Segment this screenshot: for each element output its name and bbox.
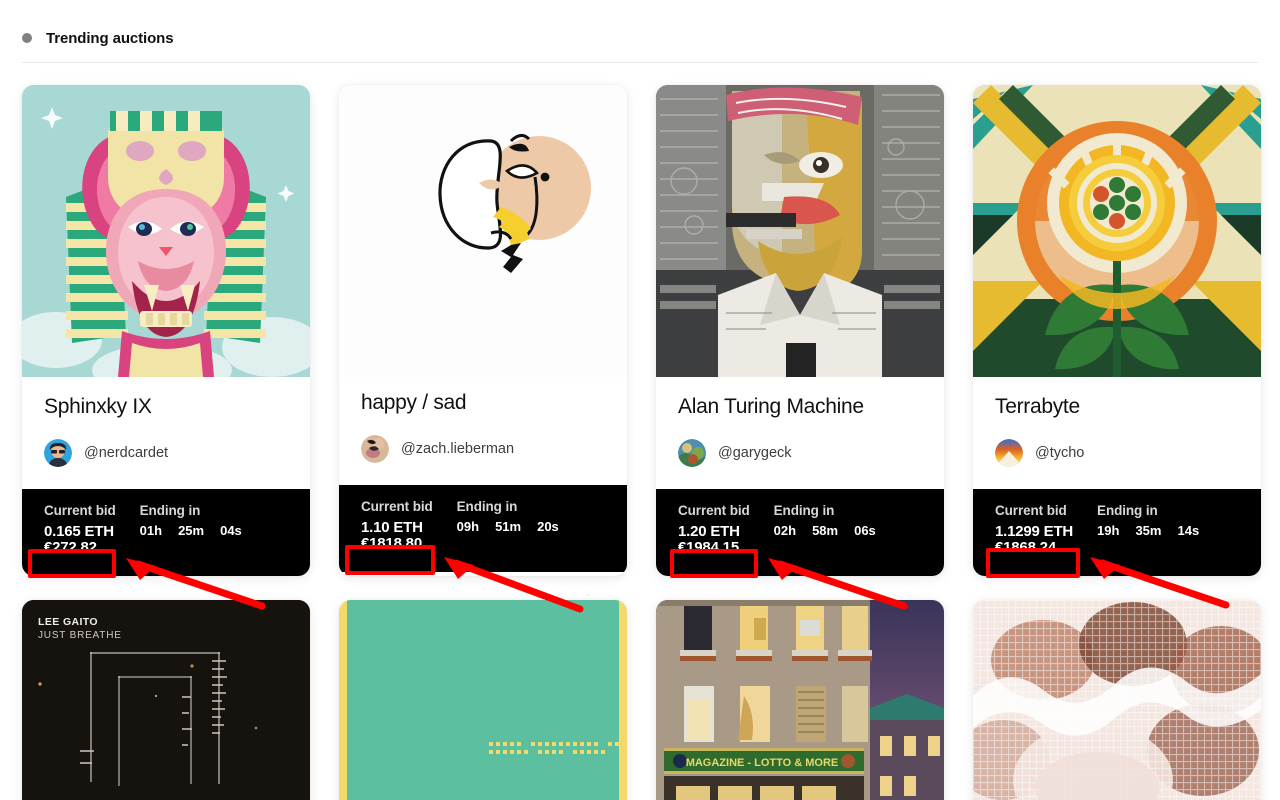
artwork-overlay-subtitle: JUST BREATHE <box>38 630 122 642</box>
ending-in-label: Ending in <box>139 503 201 519</box>
avatar-zach-lieberman <box>361 435 389 464</box>
card-title: Alan Turing Machine <box>678 395 864 418</box>
countdown-hours: 02h <box>773 523 797 539</box>
card-artwork[interactable] <box>973 85 1261 377</box>
mesh-texture-artwork <box>973 600 1261 800</box>
card-footer: Current bid 1.10 ETH €1818.80 Ending in … <box>339 485 627 573</box>
storefront-sign-text: MAGAZINE - LOTTO & MORE <box>686 757 839 769</box>
current-bid-eth: 1.10 ETH <box>361 519 423 537</box>
countdown-seconds: 14s <box>1177 523 1200 539</box>
mechanical-portrait-artwork <box>656 85 944 377</box>
countdown-timer: 02h 58m 06s <box>774 523 876 538</box>
card-footer: Current bid 0.165 ETH €272.82 Ending in … <box>22 489 310 577</box>
ending-in-label: Ending in <box>456 499 518 515</box>
auction-card[interactable]: MAGAZINE - LOTTO & MORE <box>656 600 944 800</box>
auction-card[interactable]: happy / sad @zach.lieberman Current bid <box>339 85 627 577</box>
storefront-artwork: MAGAZINE - LOTTO & MORE <box>656 600 944 800</box>
creator-handle[interactable]: @tycho <box>1035 445 1084 461</box>
card-body: Sphinxky IX @nerdcardet <box>22 377 310 489</box>
artwork-overlay-title: LEE GAITO <box>38 616 98 629</box>
countdown-timer: 01h 25m 04s <box>140 523 242 538</box>
current-bid-label: Current bid <box>44 503 116 519</box>
card-artwork[interactable] <box>973 600 1261 800</box>
countdown-minutes: 35m <box>1135 523 1162 539</box>
current-bid-eur: €1868.24 <box>995 539 1056 557</box>
countdown-hours: 09h <box>456 519 480 535</box>
auction-card[interactable] <box>973 600 1261 800</box>
card-artwork[interactable] <box>339 600 627 800</box>
countdown-minutes: 25m <box>178 523 205 539</box>
current-bid-block: Current bid 1.10 ETH €1818.80 <box>361 499 433 552</box>
card-artwork[interactable] <box>656 85 944 377</box>
auction-card[interactable]: LEE GAITO JUST BREATHE <box>22 600 310 800</box>
card-title: Sphinxky IX <box>44 395 152 418</box>
current-bid-block: Current bid 1.20 ETH €1984.15 <box>678 503 750 556</box>
card-title: happy / sad <box>361 391 467 414</box>
abstract-face-artwork <box>339 85 627 377</box>
ending-in-label: Ending in <box>773 503 835 519</box>
page-title: Trending auctions <box>46 29 174 47</box>
countdown-seconds: 06s <box>854 523 876 539</box>
dot-icon <box>22 33 32 43</box>
card-body: happy / sad @zach.lieberman <box>339 377 627 485</box>
card-artwork[interactable] <box>339 85 627 377</box>
current-bid-eur: €1818.80 <box>361 535 422 553</box>
avatar-nerdcardet <box>44 439 72 468</box>
auction-grid-row-2: LEE GAITO JUST BREATHE MAGAZINE - LOTTO … <box>0 576 1280 800</box>
countdown-timer: 09h 51m 20s <box>457 519 559 534</box>
card-footer: Current bid 1.1299 ETH €1868.24 Ending i… <box>973 489 1261 577</box>
current-bid-block: Current bid 1.1299 ETH €1868.24 <box>995 503 1073 556</box>
countdown-minutes: 51m <box>495 519 522 535</box>
current-bid-label: Current bid <box>361 499 433 515</box>
countdown-minutes: 58m <box>812 523 839 539</box>
auction-card[interactable] <box>339 600 627 800</box>
current-bid-eth: 0.165 ETH <box>44 523 114 541</box>
avatar-garygeck <box>678 439 706 468</box>
ending-in-block: Ending in 02h 58m 06s <box>774 503 876 556</box>
auction-card[interactable]: Alan Turing Machine @garygeck Current bi… <box>656 85 944 577</box>
card-artwork[interactable] <box>22 85 310 377</box>
ending-in-block: Ending in 09h 51m 20s <box>457 499 559 552</box>
creator-handle[interactable]: @zach.lieberman <box>401 441 514 457</box>
card-creator[interactable]: @zach.lieberman <box>361 435 605 477</box>
card-body: Alan Turing Machine @garygeck <box>656 377 944 489</box>
card-creator[interactable]: @tycho <box>995 439 1239 481</box>
countdown-timer: 19h 35m 14s <box>1097 523 1199 538</box>
teal-minimal-artwork <box>339 600 627 800</box>
current-bid-label: Current bid <box>995 503 1067 519</box>
page-header: Trending auctions <box>0 0 1280 52</box>
card-body: Terrabyte @tycho <box>973 377 1261 489</box>
auction-card[interactable]: Terrabyte @tycho Current bid 1.1299 ETH … <box>973 85 1261 577</box>
card-artwork[interactable]: LEE GAITO JUST BREATHE <box>22 600 310 800</box>
countdown-seconds: 04s <box>220 523 242 539</box>
countdown-hours: 19h <box>1097 523 1120 539</box>
card-artwork[interactable]: MAGAZINE - LOTTO & MORE <box>656 600 944 800</box>
current-bid-eur: €1984.15 <box>678 539 739 557</box>
countdown-seconds: 20s <box>537 519 559 535</box>
card-creator[interactable]: @nerdcardet <box>44 439 288 481</box>
ending-in-block: Ending in 01h 25m 04s <box>140 503 242 556</box>
creator-handle[interactable]: @nerdcardet <box>84 445 168 461</box>
auction-grid: Sphinxky IX @nerdcardet Current bid 0.16… <box>0 63 1280 577</box>
current-bid-eth: 1.1299 ETH <box>995 523 1074 541</box>
creator-handle[interactable]: @garygeck <box>718 445 792 461</box>
card-footer: Current bid 1.20 ETH €1984.15 Ending in … <box>656 489 944 577</box>
auction-card[interactable]: Sphinxky IX @nerdcardet Current bid 0.16… <box>22 85 310 577</box>
current-bid-eur: €272.82 <box>44 539 97 557</box>
card-creator[interactable]: @garygeck <box>678 439 922 481</box>
geometric-sunflower-artwork <box>973 85 1261 377</box>
pixel-sphinx-cat-artwork <box>22 85 310 377</box>
avatar-tycho <box>995 439 1023 468</box>
current-bid-label: Current bid <box>678 503 750 519</box>
countdown-hours: 01h <box>139 523 163 539</box>
ending-in-block: Ending in 19h 35m 14s <box>1097 503 1199 556</box>
current-bid-eth: 1.20 ETH <box>678 523 740 541</box>
current-bid-block: Current bid 0.165 ETH €272.82 <box>44 503 116 556</box>
card-title: Terrabyte <box>995 395 1080 418</box>
ending-in-label: Ending in <box>1097 503 1158 519</box>
